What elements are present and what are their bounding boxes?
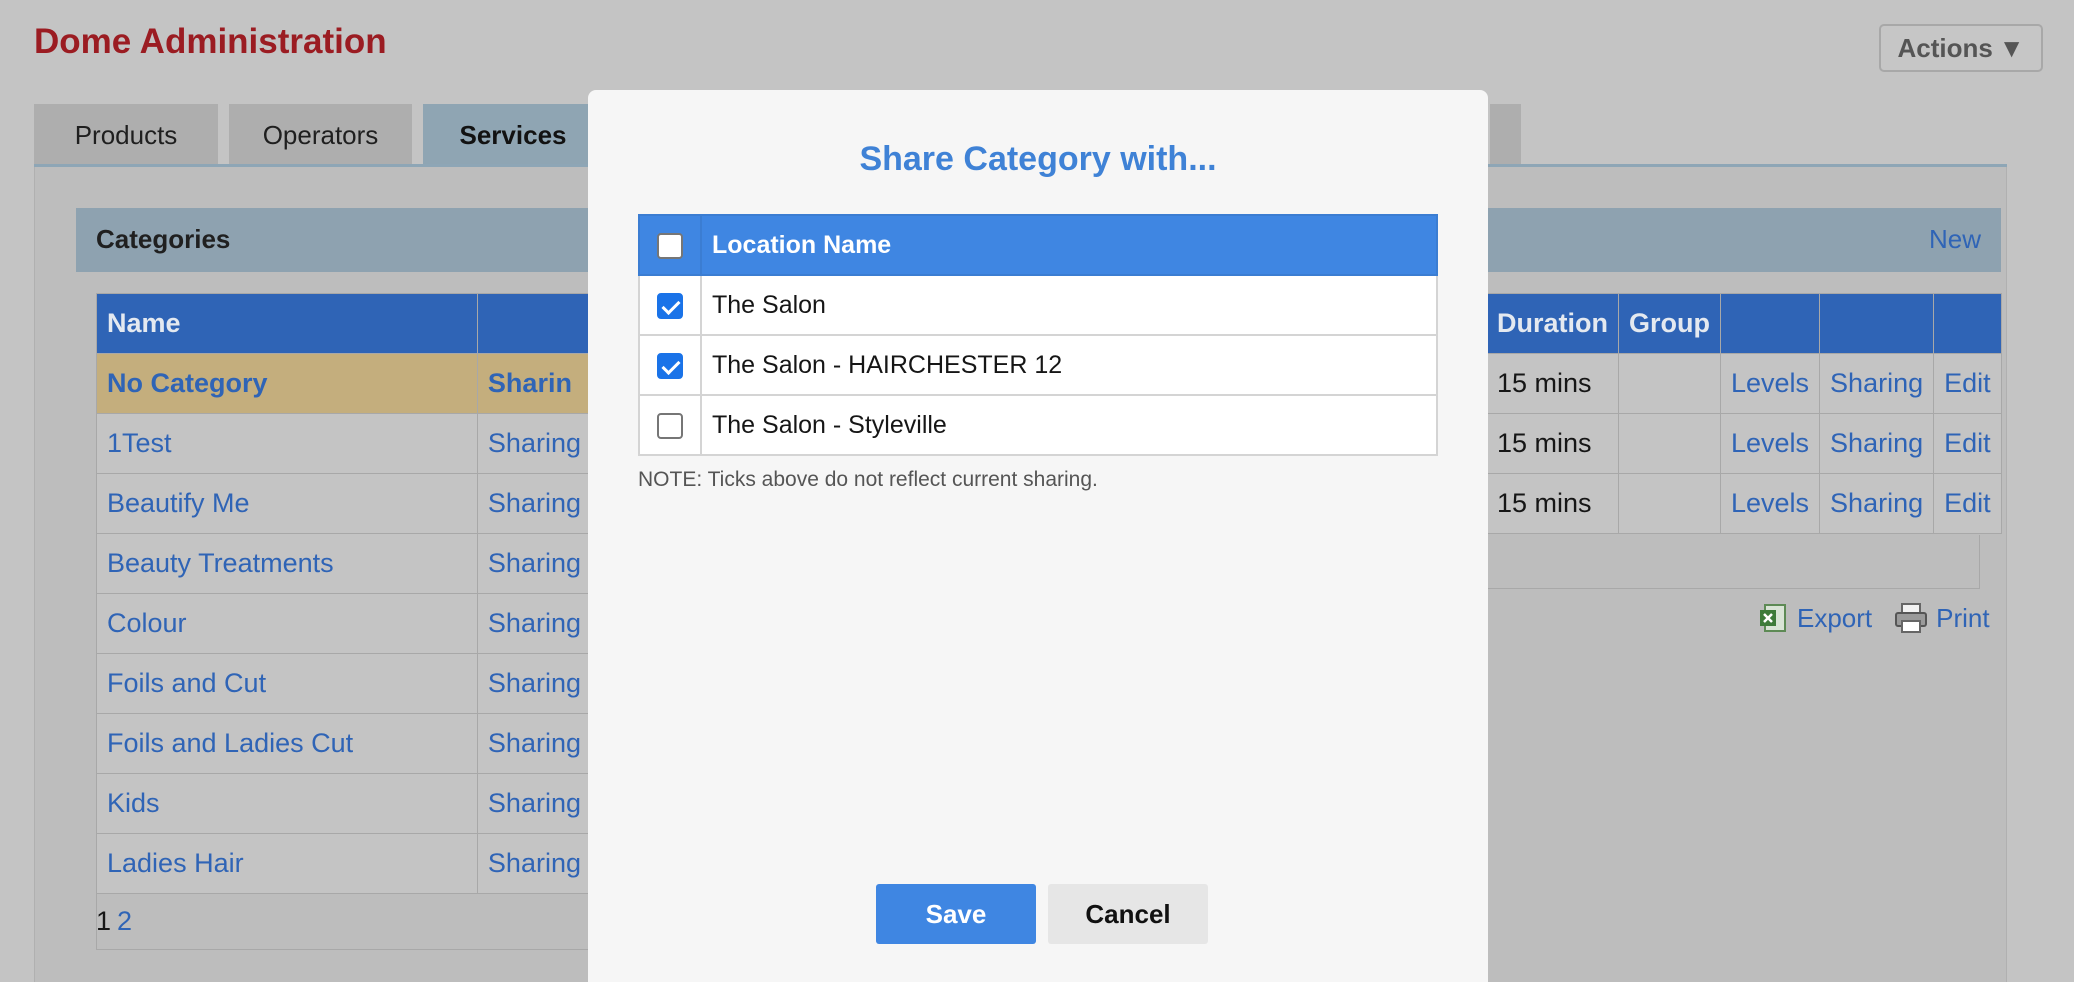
edit-link[interactable]: Edit bbox=[1944, 368, 1991, 398]
services-table-footer bbox=[1486, 535, 1980, 589]
sharing-link[interactable]: Sharing bbox=[488, 548, 581, 578]
levels-link[interactable]: Levels bbox=[1731, 488, 1809, 518]
new-category-link[interactable]: New bbox=[1929, 224, 1981, 255]
export-link[interactable]: Export bbox=[1759, 602, 1872, 634]
sharing-note: NOTE: Ticks above do not reflect current… bbox=[638, 468, 1098, 491]
group-value bbox=[1618, 353, 1721, 414]
dialog-title: Share Category with... bbox=[859, 140, 1217, 178]
edit-link[interactable]: Edit bbox=[1944, 428, 1991, 458]
table-row[interactable]: Beauty Treatments Sharing bbox=[96, 533, 593, 594]
location-checkbox[interactable] bbox=[657, 412, 683, 439]
app-title: Dome Administration bbox=[34, 22, 387, 61]
sharing-link[interactable]: Sharing bbox=[488, 788, 581, 818]
table-row[interactable]: Colour Sharing bbox=[96, 593, 593, 654]
table-row: 15 mins Levels Sharing Edit bbox=[1486, 473, 2002, 534]
table-row[interactable]: Kids Sharing bbox=[96, 773, 593, 834]
sharing-link[interactable]: Sharin bbox=[488, 368, 572, 398]
printer-icon bbox=[1895, 603, 1928, 633]
category-link[interactable]: Ladies Hair bbox=[107, 848, 244, 878]
levels-link[interactable]: Levels bbox=[1731, 428, 1809, 458]
column-header-edit bbox=[1933, 293, 2002, 354]
duration-value: 15 mins bbox=[1497, 488, 1592, 518]
category-link[interactable]: No Category bbox=[107, 368, 268, 398]
sharing-link[interactable]: Sharing bbox=[488, 608, 581, 638]
location-checkbox[interactable] bbox=[657, 352, 683, 379]
page-current: 1 bbox=[96, 906, 112, 936]
sharing-link[interactable]: Sharing bbox=[1830, 428, 1923, 458]
duration-value: 15 mins bbox=[1497, 368, 1592, 398]
table-row[interactable]: 1Test Sharing bbox=[96, 413, 593, 474]
sharing-link[interactable]: Sharing bbox=[488, 488, 581, 518]
table-row[interactable]: Ladies Hair Sharing bbox=[96, 833, 593, 894]
select-all-checkbox[interactable] bbox=[657, 232, 683, 259]
category-link[interactable]: Beautify Me bbox=[107, 488, 250, 518]
pagination: 12 bbox=[96, 906, 132, 937]
location-name: The Salon - HAIRCHESTER 12 bbox=[700, 334, 1438, 396]
column-header-levels bbox=[1719, 293, 1821, 354]
tab-services[interactable]: Services bbox=[423, 104, 603, 166]
page-link[interactable]: 2 bbox=[117, 906, 132, 936]
column-header-group: Group bbox=[1618, 293, 1721, 354]
actions-label: Actions bbox=[1897, 32, 1993, 63]
table-row[interactable]: Foils and Cut Sharing bbox=[96, 653, 593, 714]
category-link[interactable]: Foils and Cut bbox=[107, 668, 266, 698]
services-table: Duration Group 15 mins Levels Sharing Ed… bbox=[1486, 293, 2002, 534]
column-header-name: Name bbox=[96, 293, 478, 354]
sharing-link[interactable]: Sharing bbox=[488, 848, 581, 878]
sharing-link[interactable]: Sharing bbox=[1830, 488, 1923, 518]
sharing-link[interactable]: Sharing bbox=[488, 728, 581, 758]
column-header-sharing bbox=[476, 293, 593, 354]
category-link[interactable]: Colour bbox=[107, 608, 187, 638]
sharing-link[interactable]: Sharing bbox=[488, 428, 581, 458]
print-label: Print bbox=[1936, 602, 1990, 633]
category-link[interactable]: Beauty Treatments bbox=[107, 548, 334, 578]
column-header-duration: Duration bbox=[1486, 293, 1619, 354]
location-name: The Salon bbox=[700, 274, 1438, 336]
export-label: Export bbox=[1797, 602, 1873, 633]
table-row: The Salon - HAIRCHESTER 12 bbox=[638, 334, 1438, 396]
tab-products[interactable]: Products bbox=[34, 104, 218, 166]
group-value bbox=[1618, 473, 1721, 534]
save-button[interactable]: Save bbox=[876, 884, 1036, 944]
category-link[interactable]: Foils and Ladies Cut bbox=[107, 728, 353, 758]
levels-link[interactable]: Levels bbox=[1731, 368, 1809, 398]
share-category-dialog: Share Category with... Location Name The… bbox=[588, 90, 1488, 982]
table-row[interactable]: No Category Sharin bbox=[96, 353, 593, 414]
table-row: The Salon - Styleville bbox=[638, 394, 1438, 456]
tab-operators[interactable]: Operators bbox=[229, 104, 412, 166]
export-print-bar: Export Print bbox=[1759, 602, 1990, 634]
location-name: The Salon - Styleville bbox=[700, 394, 1438, 456]
category-link[interactable]: 1Test bbox=[107, 428, 172, 458]
table-row: 15 mins Levels Sharing Edit bbox=[1486, 413, 2002, 474]
categories-table: Name No Category Sharin 1Test Sharing Be… bbox=[96, 293, 593, 894]
cancel-button[interactable]: Cancel bbox=[1048, 884, 1208, 944]
select-all-cell bbox=[638, 214, 702, 276]
actions-button[interactable]: Actions ▼ bbox=[1879, 24, 2043, 72]
excel-icon bbox=[1760, 604, 1786, 632]
location-checkbox[interactable] bbox=[657, 292, 683, 319]
category-link[interactable]: Kids bbox=[107, 788, 160, 818]
duration-value: 15 mins bbox=[1497, 428, 1592, 458]
pager-row bbox=[96, 894, 592, 950]
sharing-link[interactable]: Sharing bbox=[488, 668, 581, 698]
categories-title: Categories bbox=[96, 224, 231, 254]
sharing-link[interactable]: Sharing bbox=[1830, 368, 1923, 398]
group-value bbox=[1618, 413, 1721, 474]
locations-table: Location Name The Salon The Salon - HAIR… bbox=[638, 214, 1438, 456]
column-header-location-name: Location Name bbox=[700, 214, 1438, 276]
table-row[interactable]: Foils and Ladies Cut Sharing bbox=[96, 713, 593, 774]
tab-partial[interactable] bbox=[1490, 104, 1521, 166]
table-row: 15 mins Levels Sharing Edit bbox=[1486, 353, 2002, 414]
edit-link[interactable]: Edit bbox=[1944, 488, 1991, 518]
table-row[interactable]: Beautify Me Sharing bbox=[96, 473, 593, 534]
triangle-down-icon: ▼ bbox=[1998, 32, 2025, 63]
print-link[interactable]: Print bbox=[1894, 602, 1990, 634]
table-row: The Salon bbox=[638, 274, 1438, 336]
column-header-sharing bbox=[1819, 293, 1935, 354]
